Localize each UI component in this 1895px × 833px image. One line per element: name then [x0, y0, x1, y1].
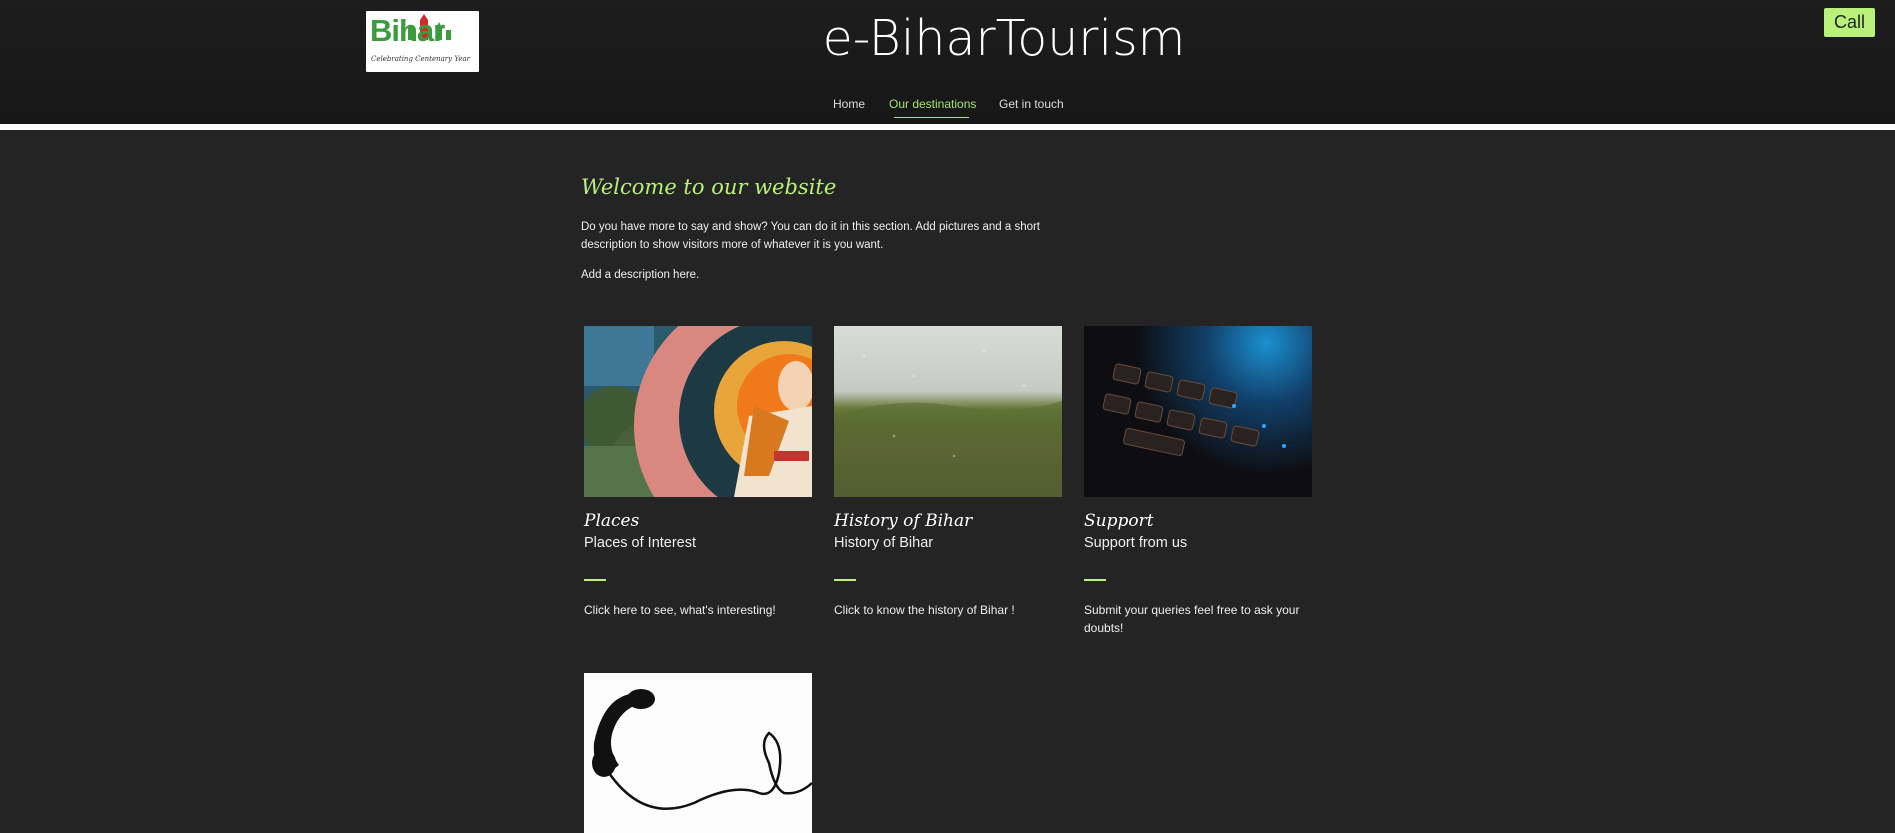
card-contact-image[interactable]: [584, 673, 812, 833]
card-history[interactable]: History of Bihar History of Bihar Click …: [834, 326, 1062, 619]
nav-item-our-destinations[interactable]: Our destinations: [889, 97, 976, 111]
site-title[interactable]: e-BiharTourism: [0, 10, 1895, 67]
card-support[interactable]: Support Support from us Submit your quer…: [1084, 326, 1312, 637]
intro-paragraph: Do you have more to say and show? You ca…: [581, 221, 1041, 251]
site-header: Bihar Celebrating Centenary Year e-Bihar…: [0, 0, 1895, 124]
card-title[interactable]: Places of Interest: [584, 535, 812, 551]
main-nav: Home Our destinations Get in touch: [0, 97, 1895, 117]
card-script-heading: Places: [584, 511, 640, 531]
active-nav-underline: [894, 117, 969, 118]
card-accent-bar: [834, 579, 856, 581]
card-description: Click to know the history of Bihar !: [834, 603, 1015, 617]
card-description: Submit your queries feel free to ask you…: [1084, 603, 1300, 635]
card-title[interactable]: Support from us: [1084, 535, 1312, 551]
keyboard-image[interactable]: [1084, 326, 1312, 497]
call-button[interactable]: Call: [1824, 8, 1875, 37]
header-divider: [0, 124, 1895, 130]
intro-subtext: Add a description here.: [581, 269, 700, 281]
card-script-heading: History of Bihar: [834, 511, 973, 531]
welcome-heading: Welcome to our website: [581, 175, 837, 199]
nav-item-home[interactable]: Home: [833, 97, 865, 111]
buddha-painting-image[interactable]: [584, 326, 812, 497]
card-script-heading: Support: [1084, 511, 1154, 531]
nav-item-get-in-touch[interactable]: Get in touch: [999, 97, 1064, 111]
telephone-receiver-image[interactable]: [584, 673, 812, 833]
card-description: Click here to see, what's interesting!: [584, 603, 776, 617]
card-accent-bar: [584, 579, 606, 581]
card-places[interactable]: Places Places of Interest Click here to …: [584, 326, 812, 619]
rainy-landscape-image[interactable]: [834, 326, 1062, 497]
card-title[interactable]: History of Bihar: [834, 535, 1062, 551]
card-accent-bar: [1084, 579, 1106, 581]
